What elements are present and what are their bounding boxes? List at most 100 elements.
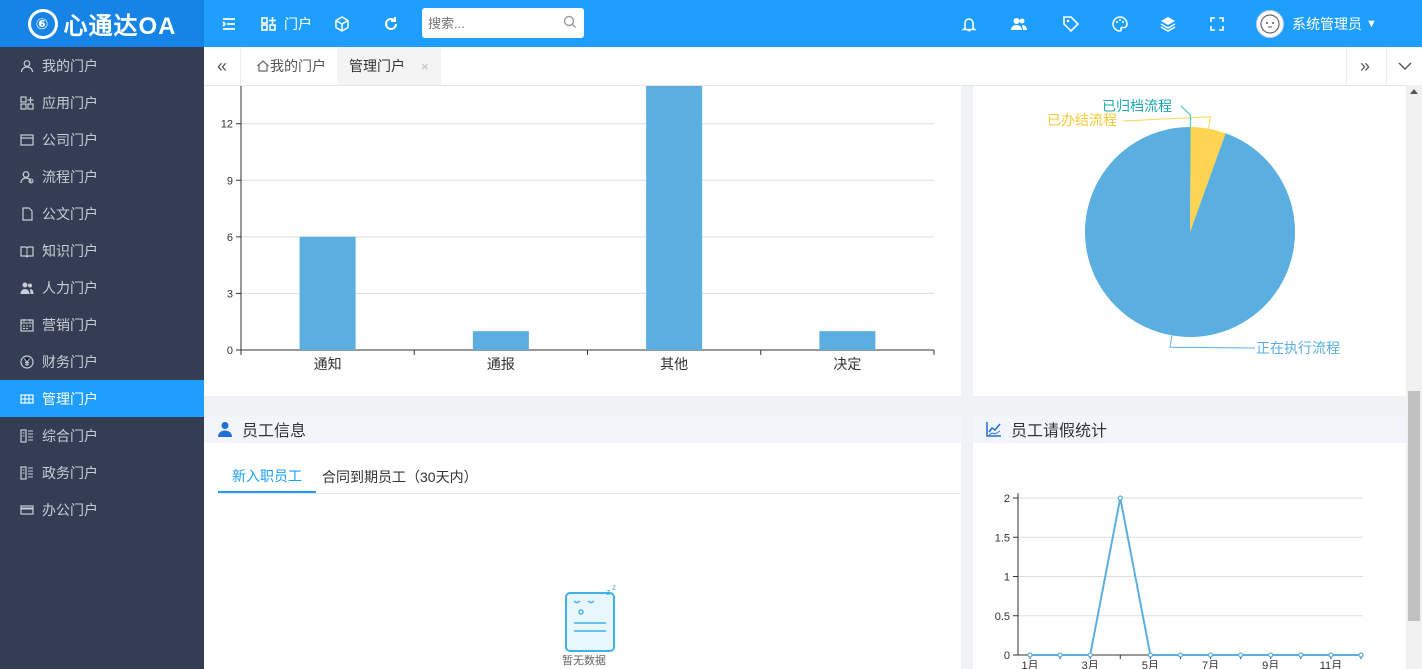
pie-chart: 正在执行流程 已办结流程已归档流程 xyxy=(1047,98,1340,356)
contacts-button[interactable] xyxy=(1010,0,1028,47)
tabs-scroll-right-button[interactable]: » xyxy=(1346,47,1383,85)
sidebar-item-label: 政务门户 xyxy=(42,464,98,481)
user-icon xyxy=(20,59,34,72)
portal-menu-button[interactable]: 门户 xyxy=(260,0,312,47)
apps-icon xyxy=(20,95,34,110)
menu-icon xyxy=(222,17,235,30)
data-point xyxy=(1177,652,1184,658)
x-tick-label: 通报 xyxy=(487,356,515,372)
data-point xyxy=(1298,652,1304,658)
menu-toggle-button[interactable] xyxy=(220,0,238,47)
grid-icon xyxy=(20,393,34,404)
theme-button[interactable] xyxy=(1111,0,1129,47)
people-icon xyxy=(20,282,34,294)
cube-button[interactable] xyxy=(333,0,351,47)
layers-button[interactable] xyxy=(1159,0,1177,47)
report-icon xyxy=(20,465,33,480)
data-point xyxy=(1087,652,1093,658)
portal-label: 门户 xyxy=(284,15,312,32)
search-icon[interactable] xyxy=(562,14,578,30)
pie-label: 已办结流程 xyxy=(1047,112,1117,128)
pie-label: 已归档流程 xyxy=(1102,98,1172,114)
tab-my-portal[interactable]: 我的门户 xyxy=(244,47,338,85)
x-tick-label: 11月 xyxy=(1320,660,1342,669)
home-icon xyxy=(257,60,269,72)
fullscreen-button[interactable] xyxy=(1208,0,1226,47)
data-point xyxy=(1328,652,1334,658)
tab-admin-portal[interactable]: 管理门户 × xyxy=(337,47,441,85)
pie-chart-panel: 正在执行流程 已办结流程 已归档流程 xyxy=(973,86,1406,396)
sidebar-item-label: 公司门户 xyxy=(42,131,98,148)
app-logo[interactable]: ⑥ 心通达OA xyxy=(0,0,204,47)
sidebar-item-label: 知识门户 xyxy=(42,242,98,259)
sidebar-item-label: 流程门户 xyxy=(42,168,98,185)
y-tick-label: 6 xyxy=(227,232,233,244)
sidebar-item[interactable]: 人力门户 xyxy=(0,269,204,306)
window-icon xyxy=(20,133,34,146)
sidebar-item-label: 综合门户 xyxy=(42,427,98,444)
employee-info-panel: 员工信息 新入职员工 合同到期员工（30天内） z z 暂无数据 xyxy=(204,415,961,669)
notifications-button[interactable] xyxy=(960,0,978,47)
report-icon xyxy=(20,428,33,443)
box-icon xyxy=(20,504,34,515)
data-point xyxy=(1268,652,1274,658)
sidebar-item[interactable]: 公文门户 xyxy=(0,195,204,232)
scroll-up-icon[interactable] xyxy=(1410,89,1418,94)
tab-label: 管理门户 xyxy=(349,58,405,74)
sidebar-item[interactable]: 应用门户 xyxy=(0,84,204,121)
tab-contract-expiring[interactable]: 合同到期员工（30天内） xyxy=(322,461,478,493)
flow-icon xyxy=(20,170,34,184)
tab-bar: « 我的门户 管理门户 × » xyxy=(204,47,1422,86)
double-chevron-right-icon: » xyxy=(1359,55,1370,76)
x-tick-label: 通知 xyxy=(314,356,342,372)
y-tick-label: 3 xyxy=(227,288,233,300)
y-tick-label: 1.5 xyxy=(995,532,1010,544)
page-scrollbar[interactable] xyxy=(1406,85,1422,669)
file-icon xyxy=(22,206,33,221)
bell-icon xyxy=(961,17,977,31)
leave-stats-header: 员工请假统计 xyxy=(973,415,1406,443)
empty-state: z z 暂无数据 xyxy=(544,583,624,668)
sidebar-item[interactable]: 管理门户 xyxy=(0,380,204,417)
user-menu[interactable]: 系统管理员 ▼ xyxy=(1256,0,1377,47)
refresh-icon xyxy=(385,16,397,30)
sidebar-item-label: 财务门户 xyxy=(42,353,98,370)
top-bar: ⑥ 心通达OA 门户 系统管理员 ▼ xyxy=(0,0,1422,47)
refresh-button[interactable] xyxy=(382,0,400,47)
pie-label-line xyxy=(1122,116,1212,129)
x-tick-label: 3月 xyxy=(1082,660,1099,669)
tabs-scroll-left-button[interactable]: « xyxy=(204,47,241,85)
close-icon[interactable]: × xyxy=(421,59,429,74)
sidebar-item-label: 应用门户 xyxy=(42,94,98,111)
tab-new-employees[interactable]: 新入职员工 xyxy=(218,461,316,493)
fullscreen-icon xyxy=(1210,16,1224,31)
employee-info-header: 员工信息 xyxy=(204,415,961,443)
sidebar-item[interactable]: 知识门户 xyxy=(0,232,204,269)
sidebar-item[interactable]: 流程门户 xyxy=(0,158,204,195)
sidebar-item[interactable]: 营销门户 xyxy=(0,306,204,343)
sidebar-item[interactable]: 我的门户 xyxy=(0,47,204,84)
search-input[interactable] xyxy=(422,8,560,38)
x-tick-label: 决定 xyxy=(833,356,861,372)
sidebar-item[interactable]: 公司门户 xyxy=(0,121,204,158)
sidebar-item[interactable]: 综合门户 xyxy=(0,417,204,454)
bar xyxy=(472,331,529,350)
sidebar-item[interactable]: 财务门户 xyxy=(0,343,204,380)
palette-icon xyxy=(1112,15,1128,32)
tag-icon xyxy=(1063,15,1080,32)
sidebar-item[interactable]: 办公门户 xyxy=(0,491,204,528)
x-tick-label: 1月 xyxy=(1021,660,1038,669)
sidebar-item[interactable]: 政务门户 xyxy=(0,454,204,491)
pie-label-line xyxy=(1169,335,1256,349)
bar xyxy=(646,86,703,350)
line-chart: 0 0.5 1 1.5 2 1月 3月 5月 7月 9月 11月 xyxy=(995,493,1364,669)
y-tick-label: 1 xyxy=(1004,572,1010,584)
data-point xyxy=(1358,652,1364,658)
tags-button[interactable] xyxy=(1062,0,1080,47)
tabs-menu-button[interactable] xyxy=(1386,47,1422,85)
y-tick-label: 0 xyxy=(1004,650,1010,662)
bar xyxy=(819,331,876,350)
book-icon xyxy=(20,245,34,258)
scrollbar-thumb[interactable] xyxy=(1408,391,1420,621)
x-tick-label: 9月 xyxy=(1262,660,1279,669)
